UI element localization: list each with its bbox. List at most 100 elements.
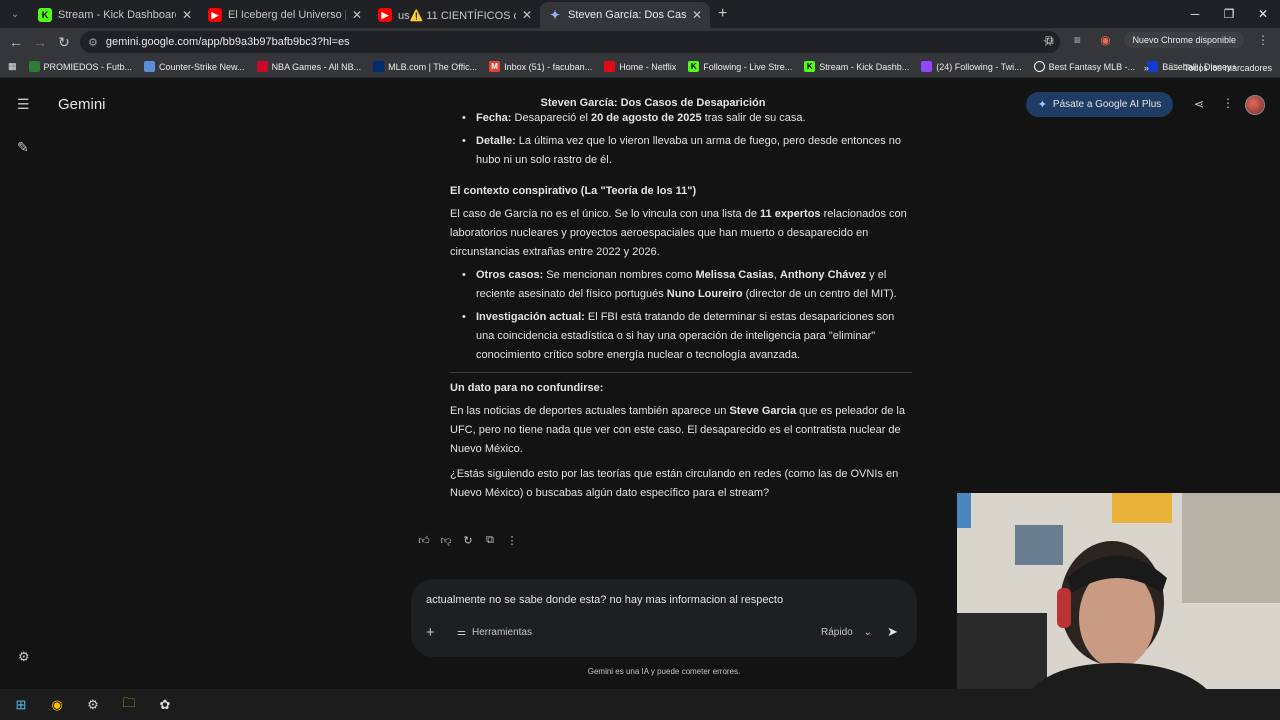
upgrade-button[interactable]: ✦ Pásate a Google AI Plus [1026, 92, 1173, 117]
tab-search-chevron-icon[interactable]: ⌄ [4, 3, 26, 25]
app-icon[interactable]: ✿ [150, 693, 180, 717]
paragraph: En las noticias de deportes actuales tam… [450, 402, 912, 459]
browser-tab[interactable]: ▶ us⚠️ 11 CIENTÍFICOS de EE.UU ✕ [370, 2, 540, 28]
new-tab-plus-icon[interactable]: + [718, 5, 727, 23]
bullet-text: Se mencionan nombres como [543, 269, 696, 281]
thumbs-down-icon[interactable]: 👎︎ [439, 534, 453, 547]
forward-arrow-icon[interactable]: → [28, 34, 52, 50]
all-bookmarks-label[interactable]: Todos los marcadores [1184, 63, 1272, 73]
bookmark-favicon [256, 61, 268, 72]
browser-tab[interactable]: ▶ El Iceberg del Universo | Mister ✕ [200, 2, 370, 28]
bookmark-item[interactable]: Best Fantasy MLB -... [1033, 61, 1135, 72]
browser-tab-active[interactable]: ✦ Steven García: Dos Casos de De ✕ [540, 2, 710, 28]
send-icon[interactable]: ➤ [887, 624, 898, 640]
bookmark-label: (24) Following - Twi... [936, 61, 1022, 72]
list-item: Otros casos: Se mencionan nombres como M… [450, 266, 912, 304]
chrome-icon[interactable]: ◉ [42, 693, 72, 717]
os-taskbar: ⊞ ◉ ⚙ 🗀 ✿ [0, 689, 1280, 720]
bookmark-favicon [604, 61, 616, 72]
add-attachment-icon[interactable]: + [426, 624, 435, 641]
more-actions-icon[interactable]: ⋮ [505, 534, 519, 547]
browser-menu-icon[interactable]: ⋮ [1254, 33, 1272, 47]
sliders-icon: ⚌ [457, 627, 466, 638]
bookmark-favicon [28, 61, 40, 72]
bullet-label: Otros casos: [476, 269, 544, 281]
paragraph-bold: 11 expertos [760, 208, 821, 220]
chevron-down-icon: ⌄ [863, 627, 872, 638]
regenerate-icon[interactable]: ↻ [461, 534, 475, 547]
close-tab-icon[interactable]: ✕ [352, 8, 362, 22]
toolbar-actions: ⧉ ≡ ◉ Nuevo Chrome disponible ⋮ [1040, 32, 1272, 48]
chevron-right-icon[interactable]: » [1144, 63, 1149, 73]
bookmark-item[interactable]: K Stream - Kick Dashb... [804, 61, 909, 72]
kick-icon: K [804, 61, 816, 72]
media-controls-icon[interactable]: ≡ [1068, 33, 1086, 47]
windows-start-icon[interactable]: ⊞ [6, 693, 36, 717]
response-actions: 👍︎ 👎︎ ↻ ⧉ ⋮ [417, 534, 519, 547]
more-options-icon[interactable]: ⋮ [1222, 96, 1234, 110]
share-icon[interactable]: ⋖ [1194, 97, 1204, 111]
maximize-icon[interactable]: ❐ [1212, 0, 1246, 28]
kick-icon: K [38, 8, 52, 22]
section-heading: Un dato para no confundirse: [450, 382, 604, 394]
app-brand: Gemini [58, 96, 106, 113]
new-chat-icon[interactable]: ✎ [17, 139, 29, 156]
avatar[interactable] [1245, 95, 1265, 115]
window-controls: ─ ❐ ✕ [1178, 0, 1280, 28]
section-heading: El contexto conspirativo (La "Teoría de … [450, 185, 697, 197]
bookmark-favicon [1033, 61, 1045, 72]
back-arrow-icon[interactable]: ← [4, 34, 28, 50]
site-info-icon[interactable]: ⚙ [88, 36, 98, 49]
bookmark-favicon [144, 61, 156, 72]
bullet-text: (director de un centro del MIT). [742, 288, 897, 300]
minimize-icon[interactable]: ─ [1178, 0, 1212, 28]
bullet-text: tras salir de su casa. [701, 112, 806, 124]
bookmark-item[interactable]: (24) Following - Twi... [921, 61, 1022, 72]
gmail-icon: M [489, 61, 501, 72]
bookmark-label: Home - Netflix [619, 61, 677, 72]
webcam-overlay [957, 493, 1280, 720]
twitch-icon [921, 61, 933, 72]
bookmark-item[interactable]: MLB.com | The Offic... [373, 61, 477, 72]
mode-selector[interactable]: Rápido ⌄ [821, 627, 872, 638]
bookmark-label: PROMIEDOS - Futb... [43, 61, 133, 72]
thumbs-up-icon[interactable]: 👍︎ [417, 534, 431, 547]
person-name: Anthony Chávez [779, 269, 867, 281]
settings-gear-icon[interactable]: ⚙ [18, 649, 30, 665]
browser-toolbar: ← → ↻ ⚙ gemini.google.com/app/bb9a3b97ba… [0, 28, 1280, 56]
person-name: Nuno Loureiro [666, 288, 743, 300]
bookmarks-overflow: » 🗀 Todos los marcadores [1144, 60, 1272, 76]
tools-button[interactable]: ⚌ Herramientas [457, 627, 532, 638]
close-tab-icon[interactable]: ✕ [182, 8, 192, 22]
file-explorer-icon[interactable]: 🗀 [114, 693, 144, 717]
extensions-icon[interactable]: ⧉ [1040, 33, 1058, 48]
reload-icon[interactable]: ↻ [52, 34, 76, 51]
bookmark-item[interactable]: NBA Games - All NB... [256, 61, 361, 72]
sparkle-icon: ✦ [1037, 99, 1047, 111]
chrome-update-button[interactable]: Nuevo Chrome disponible [1124, 32, 1244, 48]
paragraph-bold: Steve Garcia [729, 405, 797, 417]
kick-icon: K [688, 61, 700, 72]
apps-grid-icon[interactable]: ▦ [8, 61, 17, 72]
bookmark-item[interactable]: Counter-Strike New... [144, 61, 245, 72]
bookmark-label: Following - Live Stre... [703, 61, 793, 72]
close-window-icon[interactable]: ✕ [1246, 0, 1280, 28]
bookmark-item[interactable]: K Following - Live Stre... [688, 61, 792, 72]
steam-icon[interactable]: ⚙ [78, 693, 108, 717]
hamburger-menu-icon[interactable]: ☰ [17, 96, 30, 113]
copy-icon[interactable]: ⧉ [483, 534, 497, 547]
bullet-label: Detalle: [476, 135, 516, 147]
close-tab-icon[interactable]: ✕ [692, 8, 702, 22]
profile-extension-icon[interactable]: ◉ [1096, 33, 1114, 47]
address-bar[interactable]: ⚙ gemini.google.com/app/bb9a3b97bafb9bc3… [80, 31, 1060, 53]
tools-label: Herramientas [471, 627, 532, 638]
closing-question: ¿Estás siguiendo esto por las teorías qu… [450, 468, 899, 499]
bookmark-item[interactable]: PROMIEDOS - Futb... [28, 61, 133, 72]
close-tab-icon[interactable]: ✕ [522, 8, 532, 22]
browser-tab[interactable]: K Stream - Kick Dashboard ✕ [30, 2, 200, 28]
bookmark-item[interactable]: M Inbox (51) - facuban... [489, 61, 592, 72]
response-content: Fecha: Desapareció el 20 de agosto de 20… [450, 109, 912, 507]
bookmark-item[interactable]: Home - Netflix [604, 61, 676, 72]
prompt-input[interactable]: actualmente no se sabe donde esta? no ha… [426, 594, 783, 606]
upgrade-label: Pásate a Google AI Plus [1052, 99, 1162, 110]
